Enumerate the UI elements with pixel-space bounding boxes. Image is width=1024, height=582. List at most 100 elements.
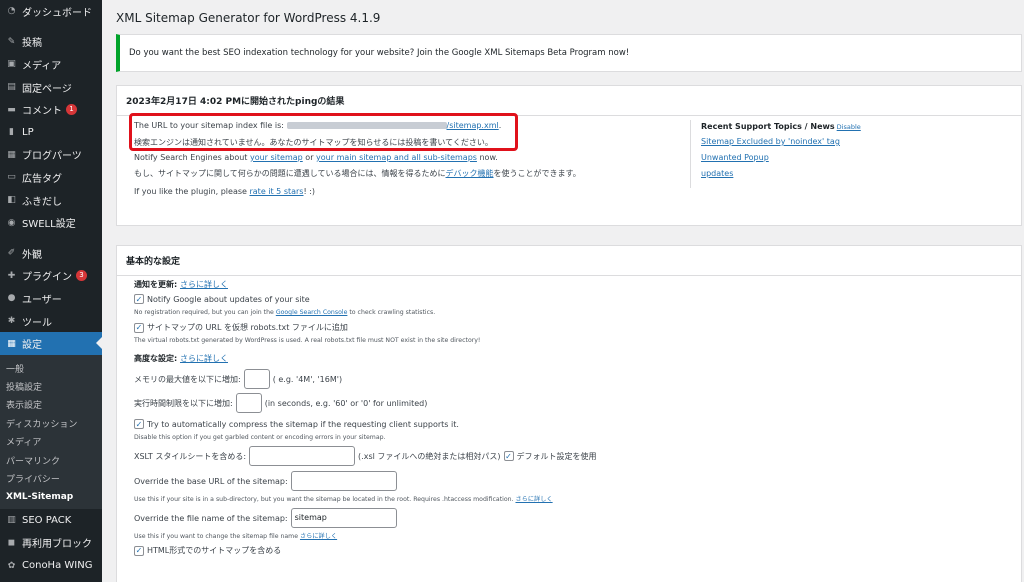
debug-line: もし、サイトマップに関して何らかの問題に遭遇している場合には、情報を得るためにデ… xyxy=(134,169,581,178)
sidebar-item[interactable]: ◉ SWELL設定 xyxy=(0,211,102,234)
sidebar-item-label: ConoHa WING xyxy=(22,560,93,572)
submenu-item[interactable]: 投稿設定 xyxy=(0,377,102,395)
sidebar-item[interactable]: ✿ ConoHa WING xyxy=(0,554,102,577)
xslt-input[interactable] xyxy=(249,446,356,466)
submenu-item[interactable]: 一般 xyxy=(0,359,102,377)
support-topic-link[interactable]: Unwanted Popup xyxy=(701,153,769,162)
sidebar-item-label: 広告タグ xyxy=(22,173,62,185)
sidebar-item-label: 設定 xyxy=(22,340,42,352)
sidebar-item-label: 投稿 xyxy=(22,38,42,50)
submenu-item[interactable]: ディスカッション xyxy=(0,414,102,432)
reuse-icon: ◼ xyxy=(7,537,16,548)
sidebar-item[interactable]: ✎ 投稿 xyxy=(0,31,102,54)
adtag-icon: ▭ xyxy=(7,172,16,183)
sidebar-item[interactable]: ✱ ツール xyxy=(0,310,102,333)
time-limit-row: 実行時間制限を以下に増加: (in seconds, e.g. '60' or … xyxy=(134,393,427,413)
search-console-link[interactable]: Google Search Console xyxy=(276,309,348,316)
sidebar-item-label: ブログパーツ xyxy=(22,151,82,163)
dashboard-icon: ◔ xyxy=(7,6,16,17)
robots-row: ✓ サイトマップの URL を仮想 robots.txt ファイルに追加 xyxy=(134,322,348,333)
notify-search-engines-line: Notify Search Engines about your sitemap… xyxy=(134,153,498,162)
notice-text: Do you want the best SEO indexation tech… xyxy=(129,48,630,58)
robots-help: The virtual robots.txt generated by Word… xyxy=(134,337,481,344)
compress-row: ✓ Try to automatically compress the sitem… xyxy=(134,419,459,429)
more-info-link[interactable]: さらに詳しく xyxy=(515,496,552,503)
menu-separator xyxy=(0,234,102,242)
sidebar-item[interactable]: ◧ ふきだし xyxy=(0,189,102,212)
support-divider xyxy=(690,120,691,188)
compress-checkbox[interactable]: ✓ xyxy=(134,419,144,429)
submenu-item[interactable]: 表示設定 xyxy=(0,396,102,414)
base-url-row: Override the base URL of the sitemap: xyxy=(134,471,400,491)
time-limit-input[interactable] xyxy=(235,393,262,413)
sidebar-item[interactable]: ● ユーザー xyxy=(0,287,102,310)
rate-link[interactable]: rate it 5 stars xyxy=(249,187,303,196)
memory-row: メモリの最大値を以下に増加: ( e.g. '4M', '16M') xyxy=(134,369,342,389)
admin-menu-top: ◔ ダッシュボード ✎ 投稿 ▣ メディア ▤ 固定ページ ▬ コメント 1 ▮ LP ▦ ブログパーツ ▭ 広… xyxy=(0,0,102,355)
notify-google-help: No registration required, but you can jo… xyxy=(134,309,436,316)
html-sitemap-checkbox[interactable]: ✓ xyxy=(134,545,144,556)
appearance-icon: ✐ xyxy=(7,248,16,259)
ping-results-panel: 2023年2月17日 4:02 PMに開始されたpingの結果 The URL … xyxy=(116,85,1022,226)
sidebar-item[interactable]: ✐ 外観 xyxy=(0,242,102,265)
support-topic-link[interactable]: Sitemap Excluded by 'noindex' tag xyxy=(701,137,840,146)
main-content: XML Sitemap Generator for WordPress 4.1.… xyxy=(102,0,1024,582)
admin-sidebar: ◔ ダッシュボード ✎ 投稿 ▣ メディア ▤ 固定ページ ▬ コメント 1 ▮ LP ▦ ブログパーツ ▭ 広… xyxy=(0,0,102,582)
your-sitemap-link[interactable]: your sitemap xyxy=(250,153,303,162)
sidebar-item[interactable]: ▮ LP xyxy=(0,121,102,144)
all-sub-sitemaps-link[interactable]: your main sitemap and all sub-sitemaps xyxy=(316,153,477,162)
robots-checkbox[interactable]: ✓ xyxy=(134,322,144,333)
notify-google-checkbox[interactable]: ✓ xyxy=(134,294,144,304)
tools-icon: ✱ xyxy=(7,316,16,327)
file-name-help: Use this if you want to change the sitem… xyxy=(134,533,338,540)
plugin-icon: ✚ xyxy=(7,270,16,281)
sidebar-item[interactable]: ▦ ブログパーツ xyxy=(0,144,102,167)
support-topic-link[interactable]: updates xyxy=(701,169,733,178)
sidebar-item-label: ツール xyxy=(22,317,52,329)
support-title: Recent Support Topics / News Disable xyxy=(701,122,861,131)
settings-submenu: 一般 投稿設定 表示設定 ディスカッション メディア パーマリンク プライバシー XML-Si… xyxy=(0,354,102,510)
base-url-help: Use this if your site is in a sub-direct… xyxy=(134,496,553,503)
sidebar-item[interactable]: ▤ 固定ページ xyxy=(0,76,102,99)
basic-settings-heading: 基本的な設定 xyxy=(117,246,1021,276)
compress-help: Disable this option if you get garbled c… xyxy=(134,434,386,441)
more-info-link[interactable]: さらに詳しく xyxy=(180,354,228,363)
seopack-icon: ▥ xyxy=(7,515,16,526)
sidebar-item[interactable]: ▦ 設定 xyxy=(0,332,102,355)
highlight-box xyxy=(129,113,518,151)
sidebar-item-label: 再利用ブロック xyxy=(22,539,92,551)
pin-icon: ✎ xyxy=(7,36,16,47)
debug-link[interactable]: デバック機能 xyxy=(446,169,494,178)
submenu-item[interactable]: プライバシー xyxy=(0,469,102,487)
sidebar-item[interactable]: ◔ ダッシュボード xyxy=(0,0,102,23)
base-url-input[interactable] xyxy=(290,471,397,491)
file-name-input[interactable]: sitemap xyxy=(290,508,397,528)
page-icon: ▤ xyxy=(7,82,16,93)
sidebar-item-label: ユーザー xyxy=(22,294,62,306)
sidebar-item-label: SWELL設定 xyxy=(22,219,76,231)
submenu-item[interactable]: パーマリンク xyxy=(0,451,102,469)
submenu-item[interactable]: メディア xyxy=(0,432,102,450)
sidebar-item[interactable]: ▭ 広告タグ xyxy=(0,166,102,189)
submenu-item[interactable]: XML-Sitemap xyxy=(0,488,102,506)
update-count-badge: 3 xyxy=(76,270,87,282)
sidebar-item[interactable]: ▬ コメント 1 xyxy=(0,98,102,121)
page-title: XML Sitemap Generator for WordPress 4.1.… xyxy=(116,11,381,25)
blogparts-icon: ▦ xyxy=(7,149,16,160)
sidebar-item[interactable]: ✚ プラグイン 3 xyxy=(0,265,102,288)
more-info-link[interactable]: さらに詳しく xyxy=(180,280,228,289)
memory-input[interactable] xyxy=(243,369,270,389)
menu-separator xyxy=(0,23,102,31)
xslt-default-checkbox[interactable]: ✓ xyxy=(503,451,514,461)
sidebar-item[interactable]: ◼ 再利用ブロック xyxy=(0,532,102,555)
comment-icon: ▬ xyxy=(7,104,16,115)
sidebar-item-label: プラグイン xyxy=(22,272,72,284)
conoha-icon: ✿ xyxy=(7,560,16,571)
support-disable-link[interactable]: Disable xyxy=(837,123,861,131)
settings-icon: ▦ xyxy=(7,338,16,349)
update-notification-label: 通知を更新: さらに詳しく xyxy=(134,280,228,289)
file-name-row: Override the file name of the sitemap: s… xyxy=(134,508,400,528)
more-info-link[interactable]: さらに詳しく xyxy=(300,533,337,540)
sidebar-item[interactable]: ▣ メディア xyxy=(0,53,102,76)
sidebar-item[interactable]: ▥ SEO PACK xyxy=(0,509,102,532)
